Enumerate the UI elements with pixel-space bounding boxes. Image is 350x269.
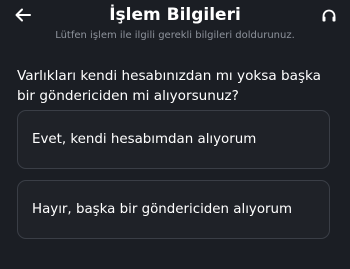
support-button[interactable] [318, 5, 340, 27]
headset-icon [322, 9, 336, 22]
app-header: İşlem Bilgileri Lütfen işlem ile ilgili … [0, 0, 350, 48]
option-label: Hayır, başka bir göndericiden alıyorum [32, 202, 293, 217]
question-text: Varlıkları kendi hesabınızdan mı yoksa b… [17, 68, 322, 104]
option-own-account[interactable]: Evet, kendi hesabımdan alıyorum [17, 110, 330, 169]
option-other-sender[interactable]: Hayır, başka bir göndericiden alıyorum [17, 180, 330, 239]
page-title: İşlem Bilgileri [109, 5, 241, 25]
option-label: Evet, kendi hesabımdan alıyorum [32, 132, 257, 147]
page-subtitle: Lütfen işlem ile ilgili gerekli bilgiler… [55, 30, 295, 41]
